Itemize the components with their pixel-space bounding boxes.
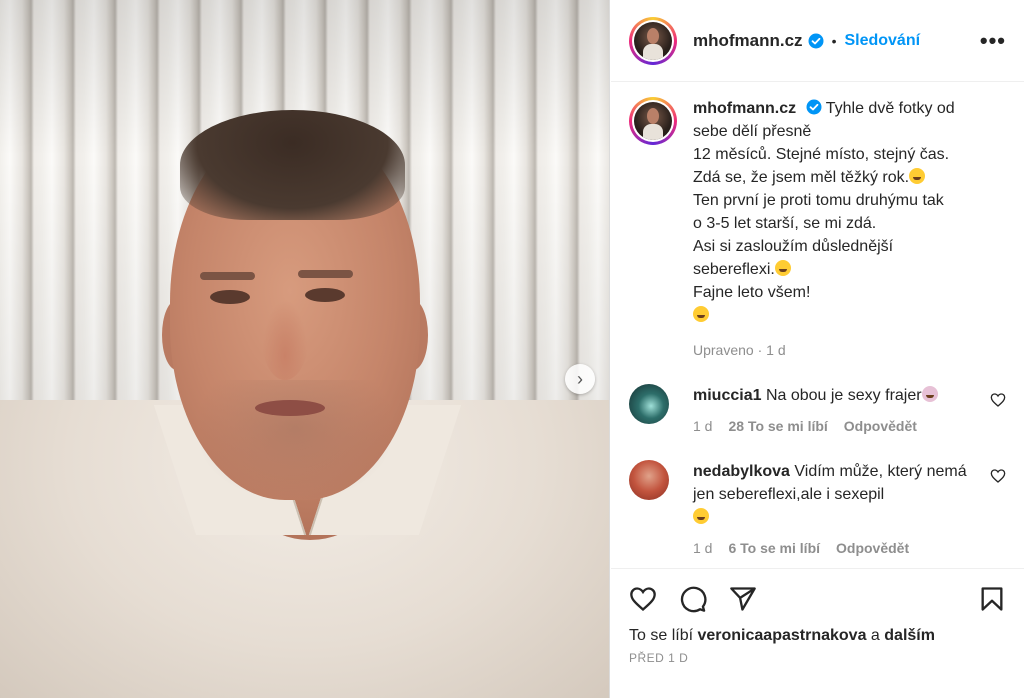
post-actions: To se líbí veronicaapastrnakova a dalším… [611, 568, 1024, 665]
caption-line: Fajne leto všem! [693, 284, 811, 301]
caption-line: o 3-5 let starší, se mi zdá. [693, 215, 877, 232]
likes-and: a [870, 627, 880, 644]
comment-item: nedabylkova Vidím může, který nemá jen s… [629, 460, 1006, 560]
comments-section: mhofmann.cz Tyhle dvě fotky od sebe dělí… [611, 83, 1024, 563]
separator: • [831, 32, 837, 49]
post-timestamp[interactable]: PŘED 1 D [629, 651, 1006, 665]
post-sidebar: mhofmann.cz • Sledování ••• mhofmann.cz … [611, 0, 1024, 698]
caption-line: Ten první je proti tomu druhýmu tak [693, 192, 944, 209]
post-header: mhofmann.cz • Sledování ••• [611, 0, 1024, 82]
caption-line: sebe dělí přesně [693, 123, 812, 140]
likes-summary: To se líbí veronicaapastrnakova a dalším [629, 627, 1006, 645]
bookmark-icon [981, 587, 1003, 611]
following-button[interactable]: Sledování [844, 32, 920, 50]
post-username[interactable]: mhofmann.cz [693, 31, 803, 51]
comment-text: Na obou je sexy frajer [765, 387, 922, 404]
emoji-icon [693, 508, 709, 524]
like-button[interactable] [629, 585, 657, 613]
comment-likes[interactable]: 6 To se mi líbí [728, 537, 820, 560]
avatar[interactable] [629, 460, 669, 500]
heart-icon[interactable] [990, 468, 1006, 484]
likes-user-link[interactable]: veronicaapastrnakova [697, 627, 866, 644]
likes-prefix: To se líbí [629, 627, 694, 644]
avatar[interactable] [629, 16, 677, 65]
comment-time: 1 d [693, 540, 713, 556]
chevron-right-icon: › [577, 368, 583, 389]
comment-item: miuccia1 Na obou je sexy frajer 1 d 28 T… [629, 384, 1006, 438]
caption-line: 12 měsíců. Stejné místo, stejný čas. [693, 146, 950, 163]
comment-username[interactable]: miuccia1 [693, 387, 761, 404]
comment-username[interactable]: nedabylkova [693, 463, 790, 480]
next-image-button[interactable]: › [565, 364, 595, 394]
save-button[interactable] [978, 585, 1006, 613]
send-icon [730, 587, 756, 611]
more-options-button[interactable]: ••• [980, 29, 1006, 51]
caption-line: Zdá se, že jsem měl těžký rok. [693, 169, 910, 186]
reply-button[interactable]: Odpovědět [836, 537, 909, 560]
caption: mhofmann.cz Tyhle dvě fotky od sebe dělí… [629, 97, 1006, 362]
comment-button[interactable] [679, 585, 707, 613]
comment-time: 1 d [693, 418, 713, 434]
caption-username[interactable]: mhofmann.cz [693, 100, 796, 117]
caption-line: Asi si zasloužím důslednější [693, 238, 894, 255]
reply-button[interactable]: Odpovědět [844, 415, 917, 438]
share-button[interactable] [729, 585, 757, 613]
caption-meta: Upraveno · 1 d [693, 342, 786, 358]
caption-avatar[interactable] [629, 97, 677, 145]
verified-badge-icon [808, 33, 824, 49]
caption-line: sebereflexi. [693, 261, 775, 278]
emoji-icon [693, 306, 709, 322]
emoji-icon [909, 168, 926, 184]
verified-badge-icon [806, 99, 822, 115]
emoji-icon [921, 386, 938, 402]
emoji-icon [774, 260, 791, 276]
caption-line: Tyhle dvě fotky od [825, 100, 955, 117]
heart-icon[interactable] [990, 392, 1006, 408]
comment-likes[interactable]: 28 To se mi líbí [728, 415, 827, 438]
heart-icon [630, 587, 656, 612]
comment-icon [680, 586, 707, 613]
likes-others-link[interactable]: dalším [884, 627, 935, 644]
avatar[interactable] [629, 384, 669, 424]
post-image[interactable]: › [0, 0, 610, 698]
